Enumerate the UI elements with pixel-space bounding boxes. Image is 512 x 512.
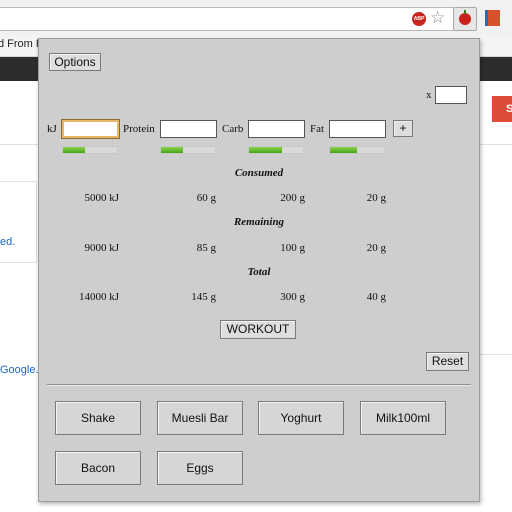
food-button-yoghurt[interactable]: Yoghurt xyxy=(258,401,344,435)
food-button-muesli-bar[interactable]: Muesli Bar xyxy=(157,401,243,435)
add-button[interactable]: + xyxy=(393,120,413,137)
browser-toolbar: ABP ☆ xyxy=(0,0,512,37)
background-card xyxy=(0,181,37,263)
address-bar[interactable] xyxy=(0,7,454,31)
total-heading: Total xyxy=(247,266,271,278)
remaining-heading: Remaining xyxy=(233,216,285,228)
apple-icon xyxy=(459,10,471,25)
total-carb: 300 g xyxy=(280,291,305,303)
consumed-protein: 60 g xyxy=(196,192,216,204)
extension-button[interactable] xyxy=(453,7,477,31)
divider xyxy=(478,354,512,355)
protein-progress-fill xyxy=(161,147,183,153)
food-button-milk[interactable]: Milk100ml xyxy=(360,401,446,435)
reset-button[interactable]: Reset xyxy=(426,352,469,371)
remaining-carb: 100 g xyxy=(280,242,305,254)
adblock-icon[interactable]: ABP xyxy=(412,12,426,26)
kj-input[interactable] xyxy=(61,119,120,139)
total-fat: 40 g xyxy=(366,291,386,303)
remaining-kj: 9000 kJ xyxy=(84,242,119,254)
consumed-kj: 5000 kJ xyxy=(84,192,119,204)
protein-label: Protein xyxy=(123,123,155,135)
total-kj: 14000 kJ xyxy=(78,291,119,303)
multiplier-label: x xyxy=(426,89,432,101)
site-action-button[interactable]: S xyxy=(492,96,512,122)
remaining-protein: 85 g xyxy=(196,242,216,254)
kj-progress-bar xyxy=(62,146,118,154)
fat-progress-bar xyxy=(329,146,385,154)
food-button-eggs[interactable]: Eggs xyxy=(157,451,243,485)
food-button-shake[interactable]: Shake xyxy=(55,401,141,435)
multiplier-input[interactable] xyxy=(435,86,467,104)
kj-progress-fill xyxy=(63,147,85,153)
calorie-tracker-popup: Options x kJ Protein Carb Fat + Consumed… xyxy=(38,38,480,502)
total-protein: 145 g xyxy=(191,291,216,303)
book-extension-icon[interactable] xyxy=(485,10,500,26)
kj-label: kJ xyxy=(47,123,57,135)
divider xyxy=(47,384,471,386)
carb-progress-fill xyxy=(249,147,283,153)
workout-button[interactable]: WORKOUT xyxy=(220,320,296,339)
fat-progress-fill xyxy=(330,147,357,153)
fat-label: Fat xyxy=(310,123,325,135)
fat-input[interactable] xyxy=(329,120,386,138)
protein-progress-bar xyxy=(160,146,216,154)
remaining-fat: 20 g xyxy=(366,242,386,254)
consumed-heading: Consumed xyxy=(234,167,284,179)
protein-input[interactable] xyxy=(160,120,217,138)
carb-progress-bar xyxy=(248,146,304,154)
carb-input[interactable] xyxy=(248,120,305,138)
consumed-carb: 200 g xyxy=(280,192,305,204)
background-link[interactable]: ed. xyxy=(0,236,15,248)
bookmark-star-icon[interactable]: ☆ xyxy=(430,8,445,28)
options-button[interactable]: Options xyxy=(49,53,101,71)
carb-label: Carb xyxy=(222,123,244,135)
food-button-bacon[interactable]: Bacon xyxy=(55,451,141,485)
consumed-fat: 20 g xyxy=(366,192,386,204)
